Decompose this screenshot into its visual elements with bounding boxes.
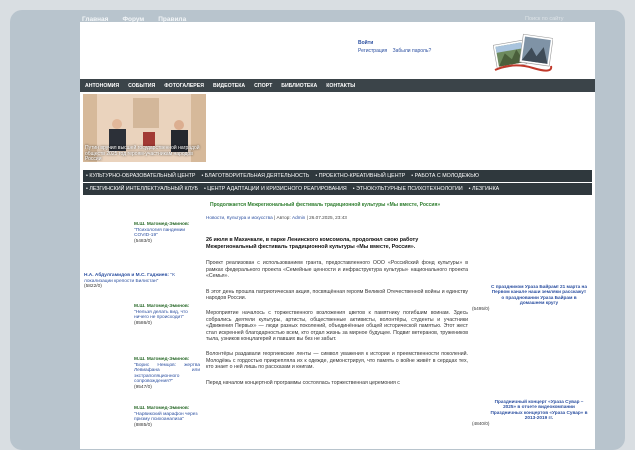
sub-nav-row-1: • КУЛЬТУРНО-ОБРАЗОВАТЕЛЬНЫЙ ЦЕНТР • БЛАГ… bbox=[83, 170, 592, 182]
item-views-count: (5483/0) bbox=[134, 238, 152, 244]
item-views-count: (4840/0) bbox=[472, 420, 490, 426]
item-title-link[interactable]: "Борис Немцов: жертва Левиафана или экст… bbox=[134, 363, 200, 385]
article-paragraph: Мероприятие началось с торжественного во… bbox=[206, 310, 468, 343]
article-paragraph: Проект реализован с использованием грант… bbox=[206, 260, 468, 280]
article-author-link[interactable]: Admin bbox=[292, 215, 305, 220]
item-views-count: (8885/0) bbox=[134, 422, 152, 428]
article-paragraph: В этот день прошла патриотическая акция,… bbox=[206, 288, 468, 302]
list-item[interactable]: М.Ш. Магомед-Эминов: "Нельзя делать вид,… bbox=[134, 304, 196, 326]
list-item[interactable]: М.Ш. Магомед-Эминов: "Нарвикский марафон… bbox=[134, 406, 200, 428]
article-paragraph: Волонтёры раздавали георгиевские ленты —… bbox=[206, 351, 468, 371]
item-views-count: (8586/0) bbox=[134, 320, 152, 326]
article-meta: Новости, Культура и искусства | Автор: A… bbox=[206, 215, 468, 221]
article-date: | 26.07.2025, 23:43 bbox=[306, 215, 347, 220]
page-content: Войти Регистрация Забыли пароль? АНТОНОМ… bbox=[80, 22, 595, 449]
item-views-count: (9547/0) bbox=[134, 384, 152, 390]
menu-item-autonomy[interactable]: АНТОНОМИЯ bbox=[85, 83, 119, 89]
item-views-count: (5822/0) bbox=[84, 284, 102, 290]
article-lead: 26 июля в Махачкале, в парке Ленинского … bbox=[206, 237, 419, 250]
subnav-creative-center[interactable]: • ПРОЕКТНО-КРЕАТИВНЫЙ ЦЕНТР bbox=[315, 173, 405, 179]
promo-title-link[interactable]: Праздничный концерт «Ураза Сувар – 2025»… bbox=[490, 399, 588, 421]
list-item[interactable]: Праздничный концерт «Ураза Сувар – 2025»… bbox=[472, 399, 590, 426]
subnav-cultural-center[interactable]: • КУЛЬТУРНО-ОБРАЗОВАТЕЛЬНЫЙ ЦЕНТР bbox=[86, 173, 195, 179]
forgot-password-link[interactable]: Забыли пароль? bbox=[393, 48, 432, 54]
article-author-label: | Автор: bbox=[274, 215, 291, 220]
site-frame: Главная Форум Правила Поиск по сайту Вой… bbox=[10, 10, 625, 450]
item-title-link[interactable]: "Нарвикский марафон через призму психоан… bbox=[134, 412, 200, 423]
login-box: Войти Регистрация Забыли пароль? bbox=[358, 39, 435, 55]
menu-item-photo-gallery[interactable]: ФОТОГАЛЕРЕЯ bbox=[164, 83, 204, 89]
main-menu: АНТОНОМИЯ СОБЫТИЯ ФОТОГАЛЕРЕЯ ВИДЕОТЕКА … bbox=[80, 79, 595, 92]
item-author: Н.А. Абдулгамидов и М.С. Гаджиев: bbox=[84, 273, 170, 278]
article-paragraph: Перед началом концертной программы состо… bbox=[206, 379, 400, 386]
login-link[interactable]: Войти bbox=[358, 39, 431, 47]
menu-item-video[interactable]: ВИДЕОТЕКА bbox=[213, 83, 245, 89]
list-item[interactable]: Н.А. Абдулгамидов и М.С. Гаджиев: "К лок… bbox=[84, 273, 196, 290]
item-author: М.Ш. Магомед-Эминов: bbox=[134, 222, 190, 227]
subnav-lezginka[interactable]: • ЛЕЗГИНКА bbox=[469, 186, 500, 192]
article-category-link[interactable]: Новости, Культура и искусства bbox=[206, 215, 273, 220]
subnav-youth[interactable]: • РАБОТА С МОЛОДЕЖЬЮ bbox=[411, 173, 479, 179]
list-item[interactable]: М.Ш. Магомед-Эминов: "Борис Немцов: жерт… bbox=[134, 357, 200, 391]
sub-nav-row-2: • ЛЕЗГИНСКИЙ ИНТЕЛЛЕКТУАЛЬНЫЙ КЛУБ • ЦЕН… bbox=[83, 183, 592, 195]
subnav-intellectual-club[interactable]: • ЛЕЗГИНСКИЙ ИНТЕЛЛЕКТУАЛЬНЫЙ КЛУБ bbox=[86, 186, 198, 192]
menu-item-library[interactable]: БИБЛИОТЕКА bbox=[281, 83, 317, 89]
item-title-link[interactable]: "Нельзя делать вид, что ничего не происх… bbox=[134, 310, 196, 321]
list-item[interactable]: М.Ш. Магомед-Эминов: "Психология пандеми… bbox=[134, 222, 196, 244]
site-logo bbox=[493, 33, 553, 72]
register-link[interactable]: Регистрация bbox=[358, 48, 387, 54]
promo-title-link[interactable]: С праздником Ураза Байрам! 21 марта на П… bbox=[490, 284, 588, 306]
menu-item-events[interactable]: СОБЫТИЯ bbox=[128, 83, 155, 89]
item-title-link[interactable]: "Психология пандемии COVID-19" bbox=[134, 228, 196, 239]
article-title[interactable]: Продолжается Межрегиональный фестиваль т… bbox=[210, 202, 468, 208]
list-item[interactable]: С праздником Ураза Байрам! 21 марта на П… bbox=[472, 284, 590, 311]
subnav-adaptation-center[interactable]: • ЦЕНТР АДАПТАЦИИ И КРИЗИСНОГО РЕАГИРОВА… bbox=[204, 186, 347, 192]
menu-item-contacts[interactable]: КОНТАКТЫ bbox=[326, 83, 355, 89]
featured-photo-caption: Путин вручил высшей государственной нагр… bbox=[85, 145, 200, 162]
main-article: Продолжается Межрегиональный фестиваль т… bbox=[206, 202, 468, 386]
subnav-ethno-psych[interactable]: • ЭТНОКУЛЬТУРНЫЕ ПСИХОТЕХНОЛОГИИ bbox=[353, 186, 463, 192]
item-author: М.Ш. Магомед-Эминов: bbox=[134, 304, 190, 309]
featured-news-photo[interactable]: Путин вручил высшей государственной нагр… bbox=[83, 94, 206, 162]
subnav-charity[interactable]: • БЛАГОТВОРИТЕЛЬНАЯ ДЕЯТЕЛЬНОСТЬ bbox=[201, 173, 309, 179]
menu-item-sport[interactable]: СПОРТ bbox=[254, 83, 272, 89]
item-views-count: (5495/0) bbox=[472, 305, 490, 311]
